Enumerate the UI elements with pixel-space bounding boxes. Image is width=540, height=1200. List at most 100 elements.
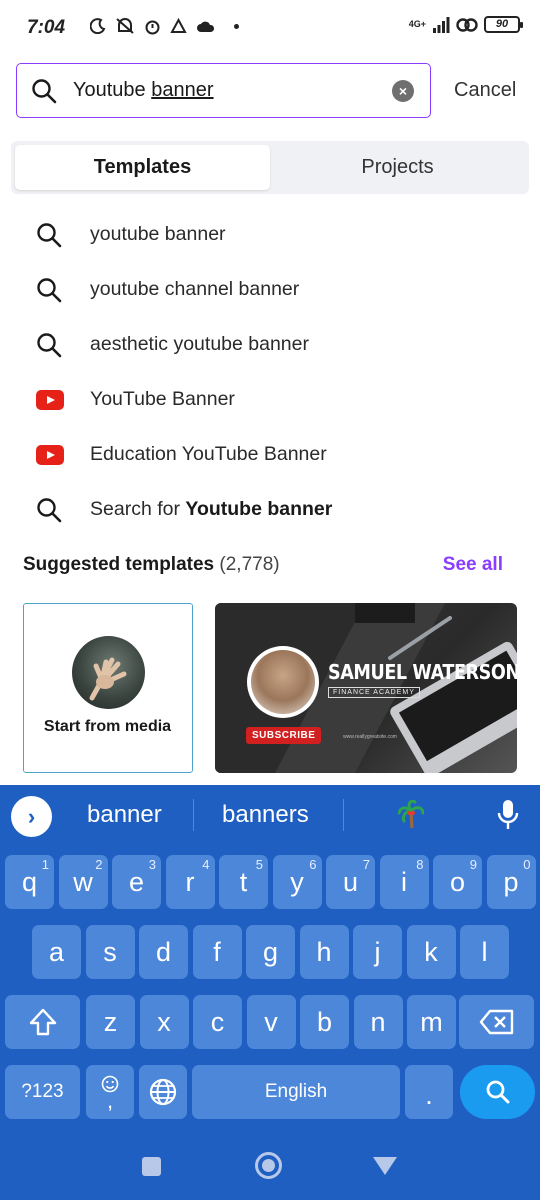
close-icon: × [398,82,408,99]
microphone-icon[interactable] [497,799,519,831]
search-query[interactable]: Youtube banner [73,79,392,102]
system-nav-bar [0,1140,540,1200]
result-count: (2,778) [219,554,280,575]
key-v[interactable]: v [246,995,296,1049]
key-label: r [185,866,195,897]
palm-tree-emoji-icon[interactable] [398,799,424,829]
key-a[interactable]: a [32,925,81,979]
emoji-comma-key[interactable]: , [86,1065,134,1119]
keyboard-suggestion[interactable]: banner [87,801,162,829]
key-z[interactable]: z [86,995,135,1049]
suggestion-item[interactable]: aesthetic youtube banner [0,317,540,372]
suggestion-text: youtube channel banner [90,278,300,300]
key-hint: 8 [416,857,424,872]
key-d[interactable]: d [139,925,188,979]
search-for-query: Youtube banner [185,498,333,520]
status-notification-icons [90,17,239,35]
key-hint: 1 [41,857,49,872]
media-card-label: Start from media [43,718,172,735]
search-for-item[interactable]: Search for Youtube banner [0,482,540,537]
suggestion-text: Education YouTube Banner [90,443,327,465]
tab-projects[interactable]: Projects [270,145,525,190]
key-label: e [128,866,145,897]
suggestion-text: Search for Youtube banner [90,498,332,521]
media-thumbnail [72,636,145,709]
drive-icon [170,18,187,33]
key-h[interactable]: h [299,925,349,979]
suggestion-item[interactable]: youtube banner [0,207,540,262]
tab-templates[interactable]: Templates [15,145,270,190]
suggestion-item[interactable]: YouTube Banner [0,372,540,427]
backspace-icon [479,1009,513,1035]
key-hint: 9 [469,857,477,872]
banner-subtitle: FINANCE ACADEMY [328,687,420,698]
clear-search-button[interactable]: × [392,79,414,102]
suggestion-item[interactable]: youtube channel banner [0,262,540,317]
suggestion-text: YouTube Banner [90,388,235,410]
key-label: y [290,866,304,897]
key-hint: 7 [362,857,370,872]
keyboard-suggestion[interactable]: banners [222,801,309,829]
key-f[interactable]: f [192,925,242,979]
key-label: i [401,866,407,897]
back-button[interactable] [373,1157,397,1175]
symbols-key[interactable]: ?123 [5,1065,80,1119]
space-key[interactable]: English [192,1065,400,1119]
key-m[interactable]: m [407,995,456,1049]
key-hint: 5 [255,857,263,872]
subscribe-badge: SUBSCRIBE [246,727,322,744]
cancel-button[interactable]: Cancel [454,79,516,102]
key-k[interactable]: k [406,925,456,979]
suggestion-list: youtube banner youtube channel banner ae… [0,207,540,537]
shift-key[interactable] [5,995,80,1049]
start-from-media-card[interactable]: Start from media [23,603,193,773]
status-time: 7:04 [27,17,66,38]
key-q[interactable]: q1 [5,855,54,909]
home-button[interactable] [255,1152,282,1179]
language-key[interactable] [139,1065,187,1119]
key-p[interactable]: p0 [486,855,536,909]
key-y[interactable]: y6 [272,855,322,909]
search-scope-tabs: Templates Projects [11,141,529,194]
key-b[interactable]: b [300,995,349,1049]
battery-icon: 90 [484,16,523,33]
recents-button[interactable] [142,1157,161,1176]
key-j[interactable]: j [353,925,402,979]
moon-icon [90,18,106,34]
see-all-link[interactable]: See all [443,554,503,576]
key-e[interactable]: e3 [112,855,161,909]
key-r[interactable]: r4 [165,855,215,909]
key-w[interactable]: w2 [58,855,108,909]
banner-url: www.reallygreatsite.com [343,734,397,740]
key-label: t [239,866,248,897]
suggestion-item[interactable]: Education YouTube Banner [0,427,540,482]
key-o[interactable]: o9 [433,855,482,909]
alarm-icon [145,20,160,34]
key-label: q [21,866,38,897]
key-t[interactable]: t5 [219,855,268,909]
expand-toolbar-button[interactable]: › [11,796,52,837]
chevron-right-icon: › [27,803,36,829]
key-g[interactable]: g [246,925,295,979]
key-label: p [503,866,519,897]
hotspot-icon [456,17,478,32]
cloud-icon [197,21,215,32]
section-title-text: Suggested templates [23,554,215,575]
search-key[interactable] [460,1065,535,1119]
backspace-key[interactable] [459,995,534,1049]
period-key[interactable]: . [405,1065,453,1119]
key-l[interactable]: l [460,925,509,979]
key-u[interactable]: u7 [326,855,375,909]
key-c[interactable]: c [193,995,242,1049]
key-n[interactable]: n [353,995,403,1049]
key-label: u [342,866,359,897]
key-hint: 3 [148,857,156,872]
key-x[interactable]: x [139,995,189,1049]
status-bar: 7:04 4G+ 90 [0,0,540,58]
key-s[interactable]: s [85,925,135,979]
key-i[interactable]: i8 [379,855,429,909]
template-card-youtube-banner[interactable]: SAMUEL WATERSON FINANCE ACADEMY SUBSCRIB… [215,603,517,773]
search-icon [32,78,57,103]
key-label: o [449,866,466,897]
search-input[interactable]: Youtube banner × [16,63,431,118]
